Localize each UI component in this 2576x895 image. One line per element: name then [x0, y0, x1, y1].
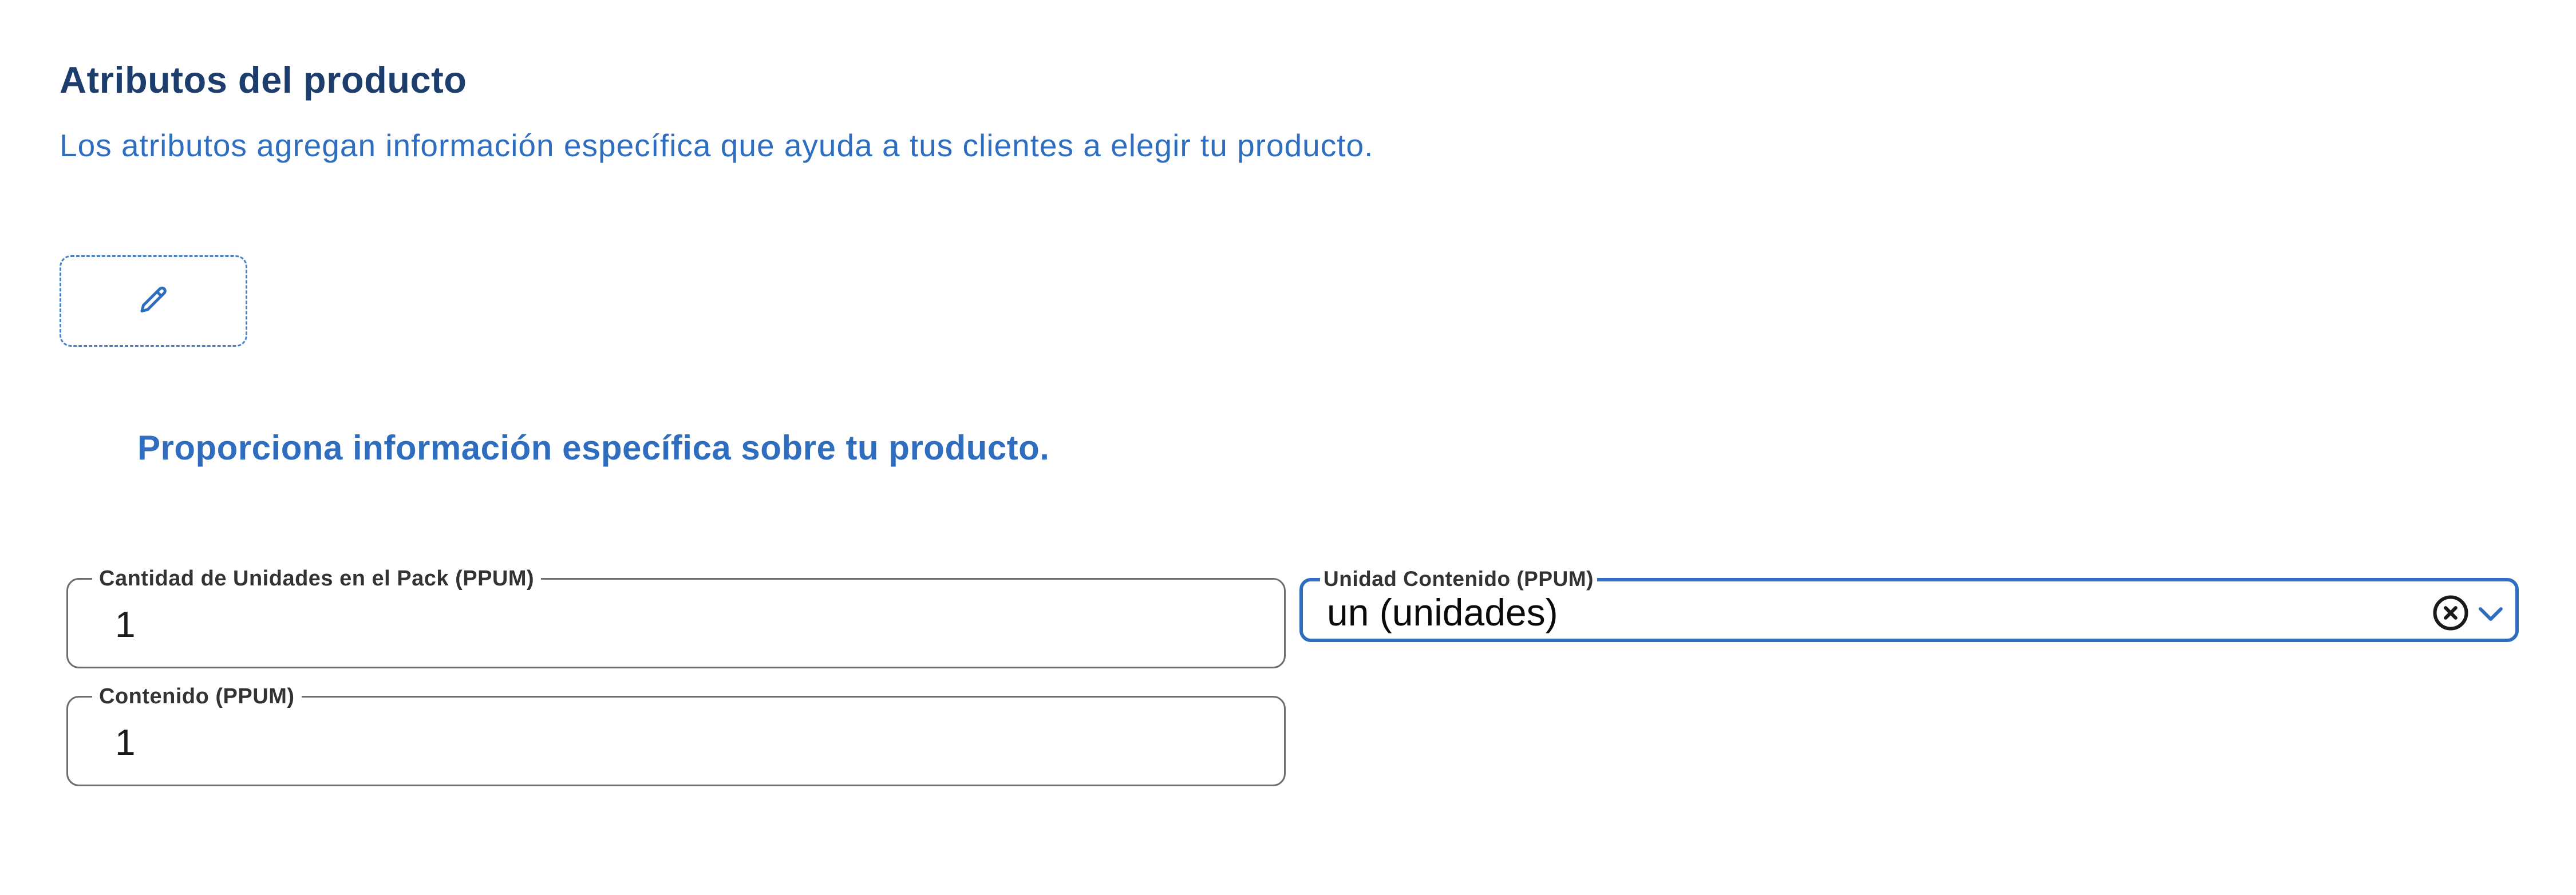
content-unit-label: Unidad Contenido (PPUM) [1320, 567, 1597, 592]
units-in-pack-label: Cantidad de Unidades en el Pack (PPUM) [92, 566, 542, 591]
units-in-pack-field[interactable]: Cantidad de Unidades en el Pack (PPUM) 1 [66, 566, 1286, 668]
info-text: Proporciona información específica sobre… [137, 429, 1050, 467]
chevron-down-icon[interactable] [2475, 599, 2506, 629]
content-unit-select[interactable]: Unidad Contenido (PPUM) un (unidades) [1299, 567, 2519, 642]
content-value[interactable]: 1 [115, 720, 136, 764]
content-label: Contenido (PPUM) [92, 684, 302, 709]
edit-attributes-button[interactable] [60, 255, 247, 347]
section-description: Los atributos agregan información especí… [60, 128, 1374, 163]
section-title: Atributos del producto [60, 59, 467, 101]
units-in-pack-value[interactable]: 1 [115, 603, 136, 646]
product-attributes-page: Atributos del producto Los atributos agr… [0, 0, 2576, 895]
pencil-icon [140, 286, 167, 312]
content-unit-value[interactable]: un (unidades) [1327, 591, 1558, 634]
content-field[interactable]: Contenido (PPUM) 1 [66, 684, 1286, 786]
clear-circle-icon[interactable] [2432, 594, 2470, 632]
